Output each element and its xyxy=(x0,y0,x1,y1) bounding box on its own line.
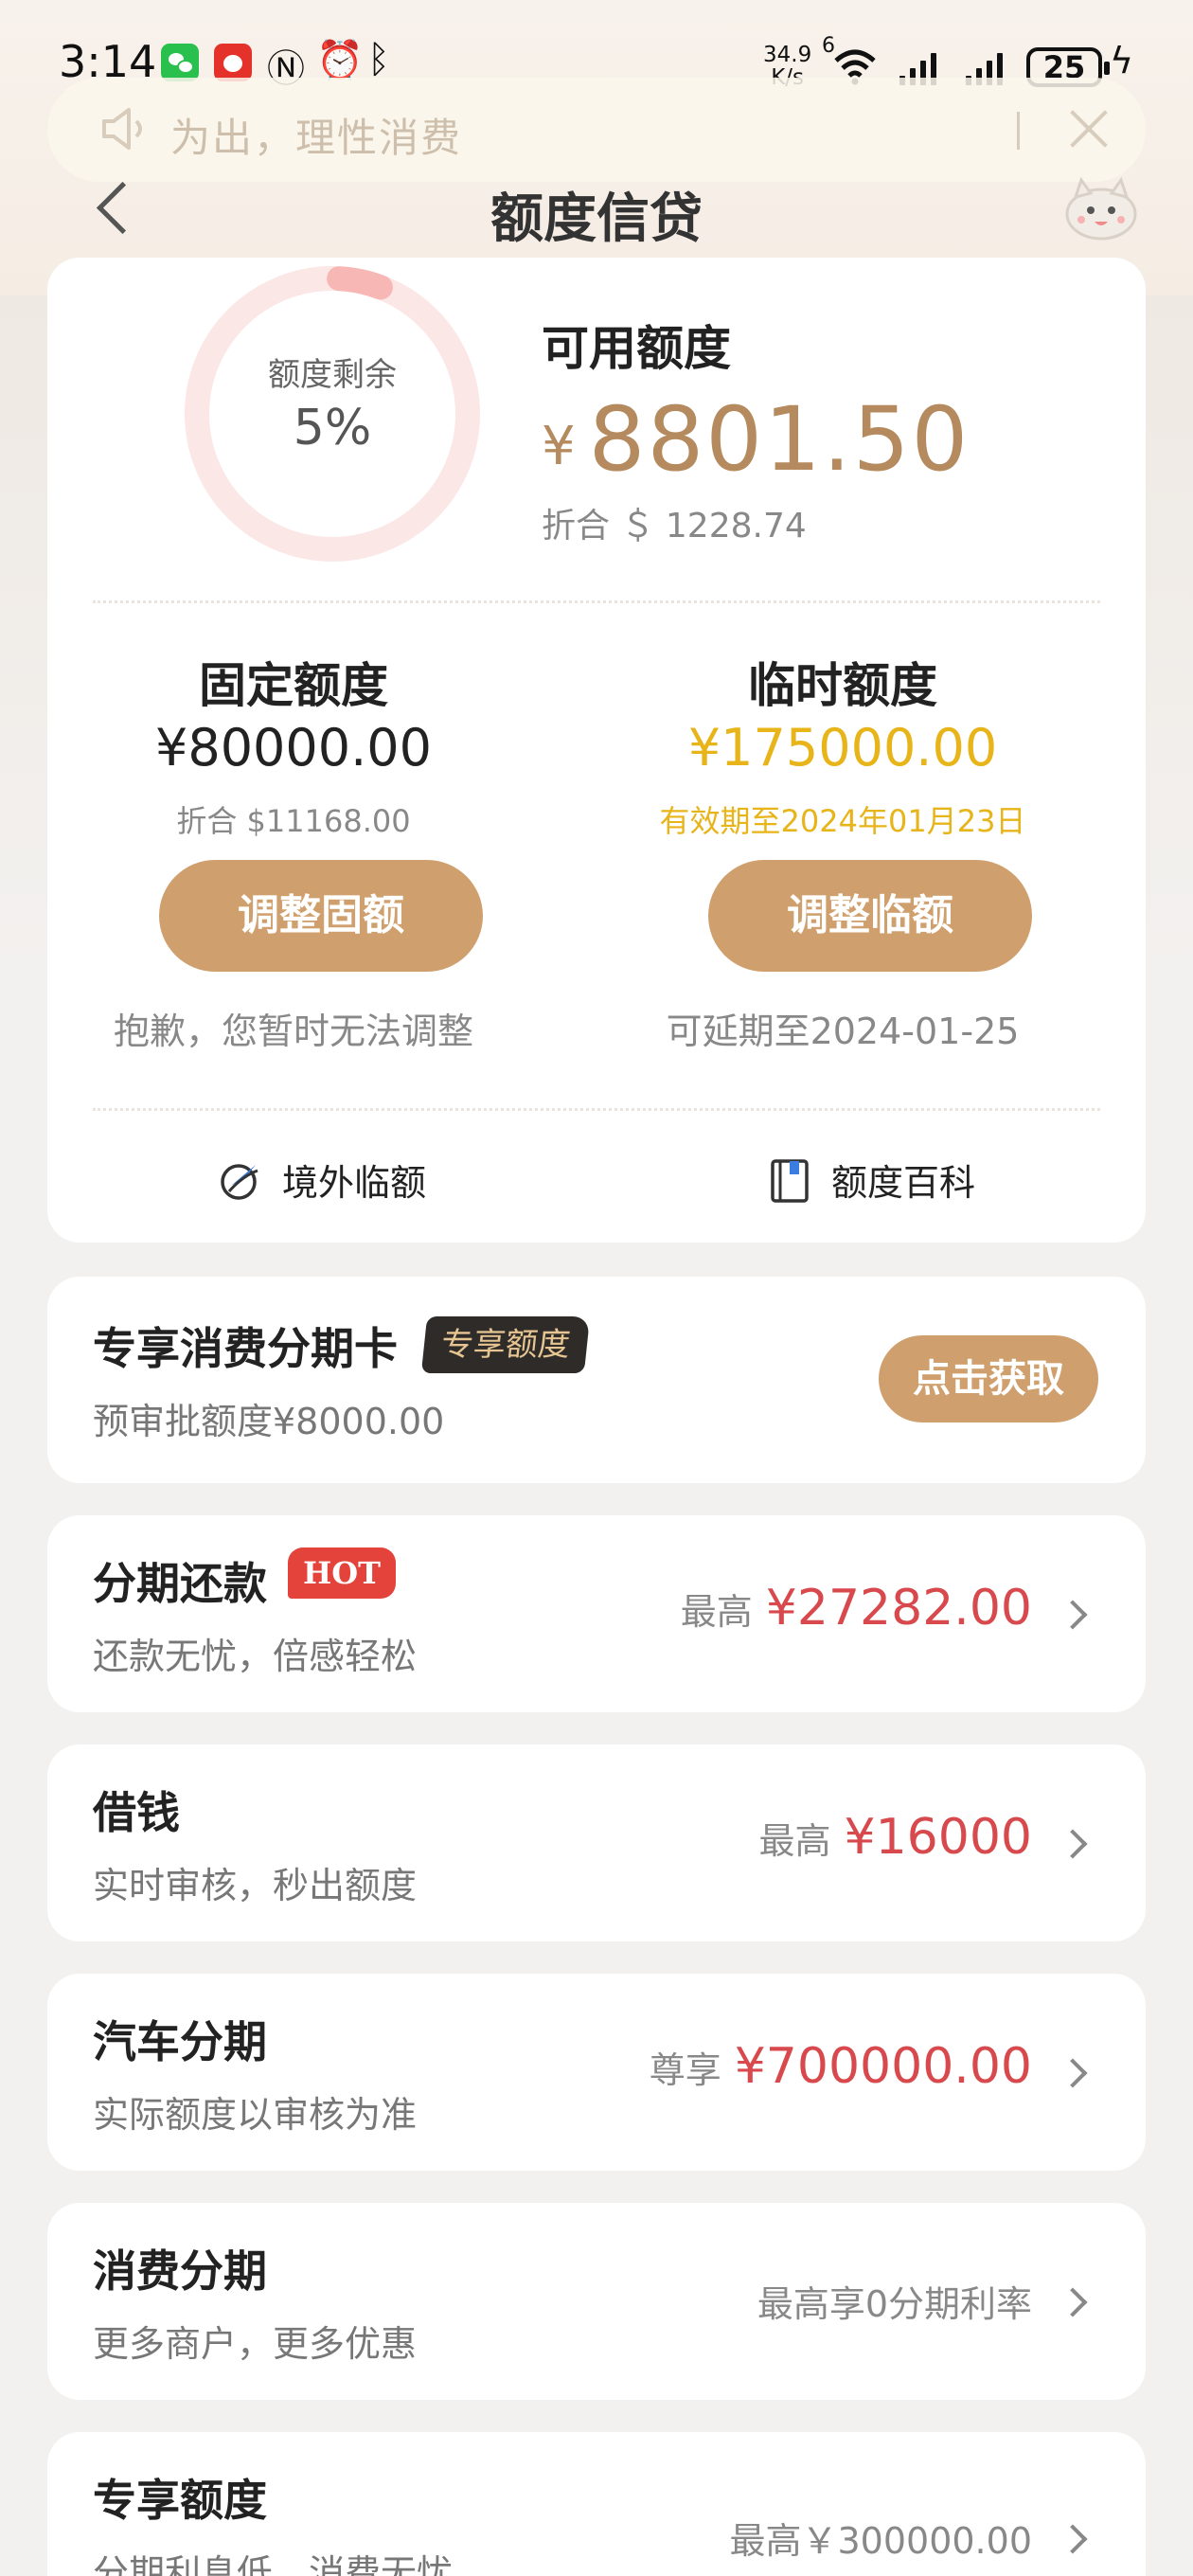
credit-encyclopedia-link[interactable]: 额度百科 xyxy=(767,1154,975,1206)
exclusive-credit-badge: 专享额度 xyxy=(420,1316,591,1373)
consumer-installment-title: 消费分期 xyxy=(93,2245,267,2297)
plane-globe-icon xyxy=(221,1163,258,1200)
loan-title: 借钱 xyxy=(93,1787,180,1838)
bill-installment-title: 分期还款 xyxy=(93,1558,267,1609)
loan-row[interactable]: 借钱 实时审核，秒出额度 最高 ¥16000 xyxy=(47,1744,1146,1941)
installment-card-promo[interactable]: 专享消费分期卡 专享额度 预审批额度¥8000.00 点击获取 xyxy=(47,1277,1146,1483)
divider xyxy=(93,600,1100,603)
exclusive-credit-max: 最高￥300000.00 xyxy=(729,2520,1033,2562)
bluetooth-icon: ᛒ xyxy=(367,38,390,81)
bill-installment-row[interactable]: 分期还款 HOT 还款无忧，倍感轻松 最高 ¥27282.00 xyxy=(47,1515,1146,1712)
installment-card-title: 专享消费分期卡 xyxy=(93,1323,398,1374)
loan-sub: 实时审核，秒出额度 xyxy=(93,1865,418,1906)
available-credit-label: 可用额度 xyxy=(542,321,731,376)
close-icon[interactable] xyxy=(1064,104,1113,153)
adjust-fixed-button[interactable]: 调整固额 xyxy=(159,860,483,972)
book-icon xyxy=(771,1158,809,1203)
bill-installment-max: 最高 ¥27282.00 xyxy=(680,1580,1032,1637)
notice-text: 为出，理性消费 xyxy=(170,115,463,161)
exclusive-credit-title: 专享额度 xyxy=(93,2475,267,2526)
overseas-credit-label: 境外临额 xyxy=(282,1162,427,1204)
ring-percent: 5% xyxy=(293,400,372,456)
car-installment-sub: 实际额度以审核为准 xyxy=(93,2094,418,2136)
chevron-right-icon xyxy=(1058,1600,1088,1630)
fixed-credit-amount: ¥80000.00 xyxy=(154,718,433,778)
ring-label: 额度剩余 xyxy=(268,356,397,394)
wechat-icon xyxy=(161,44,199,81)
chevron-right-icon xyxy=(1058,2524,1088,2554)
charging-icon: ϟ xyxy=(1110,40,1134,81)
temp-credit-expiry: 有效期至2024年01月23日 xyxy=(659,803,1026,839)
divider xyxy=(93,1108,1100,1111)
chevron-right-icon xyxy=(1058,2287,1088,2317)
speaker-icon xyxy=(102,108,142,150)
hot-badge: HOT xyxy=(288,1547,396,1599)
car-installment-title: 汽车分期 xyxy=(93,2016,267,2067)
credit-summary-card: 额度剩余 5% 可用额度 ¥8801.50 折合 ＄ 1228.74 固定额度 … xyxy=(47,258,1146,1243)
mascot-icon[interactable] xyxy=(1062,174,1140,242)
consumer-installment-sub: 更多商户，更多优惠 xyxy=(93,2323,418,2365)
fixed-credit-title: 固定额度 xyxy=(199,658,388,713)
car-installment-row[interactable]: 汽车分期 实际额度以审核为准 尊享 ¥700000.00 xyxy=(47,1974,1146,2171)
loan-max: 最高 ¥16000 xyxy=(758,1809,1032,1866)
exclusive-credit-sub: 分期利息低，消费无忧 xyxy=(93,2552,454,2576)
temp-credit-note: 可延期至2024-01-25 xyxy=(666,1011,1020,1052)
exclusive-credit-row[interactable]: 专享额度 分期利息低，消费无忧 最高￥300000.00 xyxy=(47,2432,1146,2576)
fixed-credit-usd: 折合 $11168.00 xyxy=(176,803,411,839)
bill-installment-sub: 还款无忧，倍感轻松 xyxy=(93,1636,418,1677)
available-credit-amount: ¥8801.50 xyxy=(542,388,970,492)
car-installment-max: 尊享 ¥700000.00 xyxy=(649,2038,1032,2095)
overseas-credit-link[interactable]: 境外临额 xyxy=(218,1154,426,1206)
jd-app-icon xyxy=(214,44,252,81)
alarm-icon: ⏰ xyxy=(316,39,364,82)
notice-divider xyxy=(1017,112,1028,150)
temp-credit-title: 临时额度 xyxy=(748,658,937,713)
consumer-installment-rate: 最高享0分期利率 xyxy=(757,2283,1032,2325)
consumer-installment-row[interactable]: 消费分期 更多商户，更多优惠 最高享0分期利率 xyxy=(47,2203,1146,2400)
temp-credit-amount: ¥175000.00 xyxy=(687,718,998,778)
fixed-credit-note: 抱歉，您暂时无法调整 xyxy=(113,1011,473,1052)
adjust-temp-button[interactable]: 调整临额 xyxy=(708,860,1032,972)
page-title: 额度信贷 xyxy=(490,188,703,250)
get-now-button[interactable]: 点击获取 xyxy=(879,1335,1098,1422)
chevron-right-icon xyxy=(1058,1829,1088,1859)
available-credit-usd: 折合 ＄ 1228.74 xyxy=(542,507,807,546)
credit-encyclopedia-label: 额度百科 xyxy=(831,1162,976,1204)
chevron-right-icon xyxy=(1058,2058,1088,2088)
installment-card-sub: 预审批额度¥8000.00 xyxy=(93,1401,445,1442)
